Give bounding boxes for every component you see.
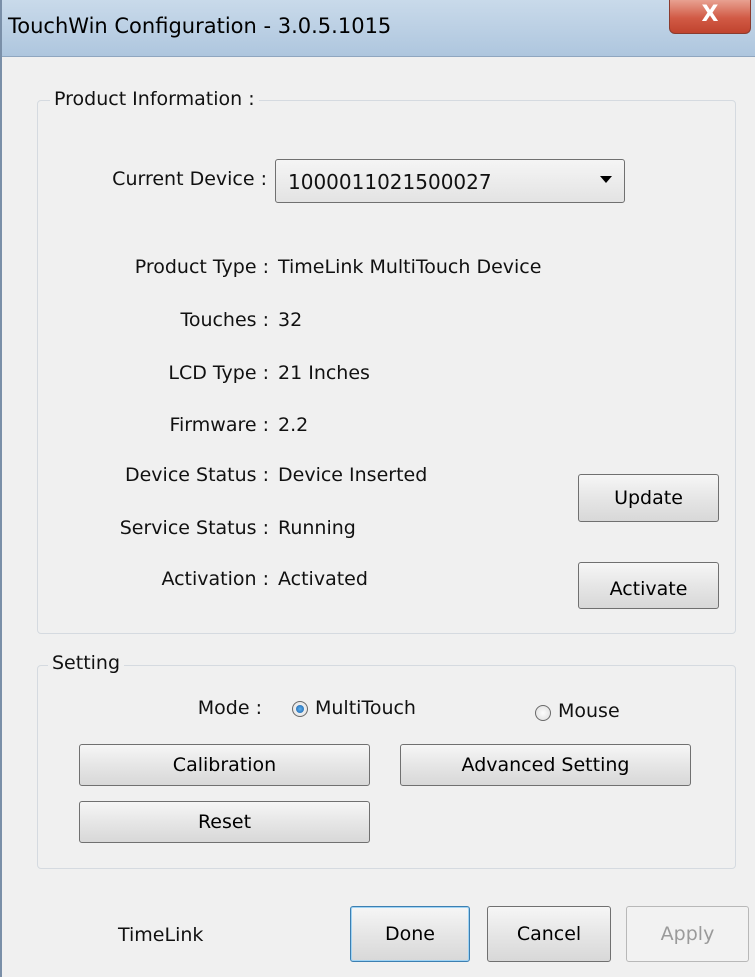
title-bar[interactable]: TouchWin Configuration - 3.0.5.1015 X [2,0,755,57]
brand-label: TimeLink [118,924,204,946]
radio-unselected-icon [535,705,551,721]
multitouch-label: MultiTouch [315,697,416,719]
close-icon: X [701,2,719,27]
product-information-legend: Product Information : [50,88,259,110]
advanced-setting-button[interactable]: Advanced Setting [400,744,691,786]
mouse-radio[interactable]: Mouse [533,698,653,726]
configuration-window: TouchWin Configuration - 3.0.5.1015 X Pr… [0,0,755,977]
device-status-value: Device Inserted [278,464,428,486]
firmware-value: 2.2 [278,414,309,436]
touches-value: 32 [278,309,303,331]
lcd-type-value: 21 Inches [278,362,370,384]
activation-value: Activated [278,568,368,590]
done-button[interactable]: Done [350,906,470,962]
product-type-label: Product Type : [134,256,269,278]
reset-button[interactable]: Reset [79,801,370,843]
radio-selected-icon [292,701,308,717]
calibration-button[interactable]: Calibration [79,744,370,786]
setting-legend: Setting [48,652,125,674]
mouse-label: Mouse [558,700,620,722]
window-title: TouchWin Configuration - 3.0.5.1015 [8,14,392,38]
mode-label: Mode : [197,697,262,719]
service-status-label: Service Status : [119,517,269,539]
service-status-value: Running [278,517,356,539]
activate-button[interactable]: Activate [578,562,719,609]
current-device-label: Current Device : [112,168,267,190]
product-type-value: TimeLink MultiTouch Device [278,256,542,278]
chevron-down-icon [600,176,612,183]
device-status-label: Device Status : [124,464,269,486]
close-button[interactable]: X [669,0,751,34]
activation-label: Activation : [161,568,269,590]
touches-label: Touches : [180,309,269,331]
apply-button[interactable]: Apply [626,906,749,962]
current-device-dropdown[interactable]: 1000011021500027 [275,159,625,203]
cancel-button[interactable]: Cancel [487,906,611,962]
lcd-type-label: LCD Type : [168,362,269,384]
update-button[interactable]: Update [578,474,719,522]
current-device-value: 1000011021500027 [288,170,492,194]
multitouch-radio[interactable]: MultiTouch [290,695,460,723]
firmware-label: Firmware : [169,414,269,436]
